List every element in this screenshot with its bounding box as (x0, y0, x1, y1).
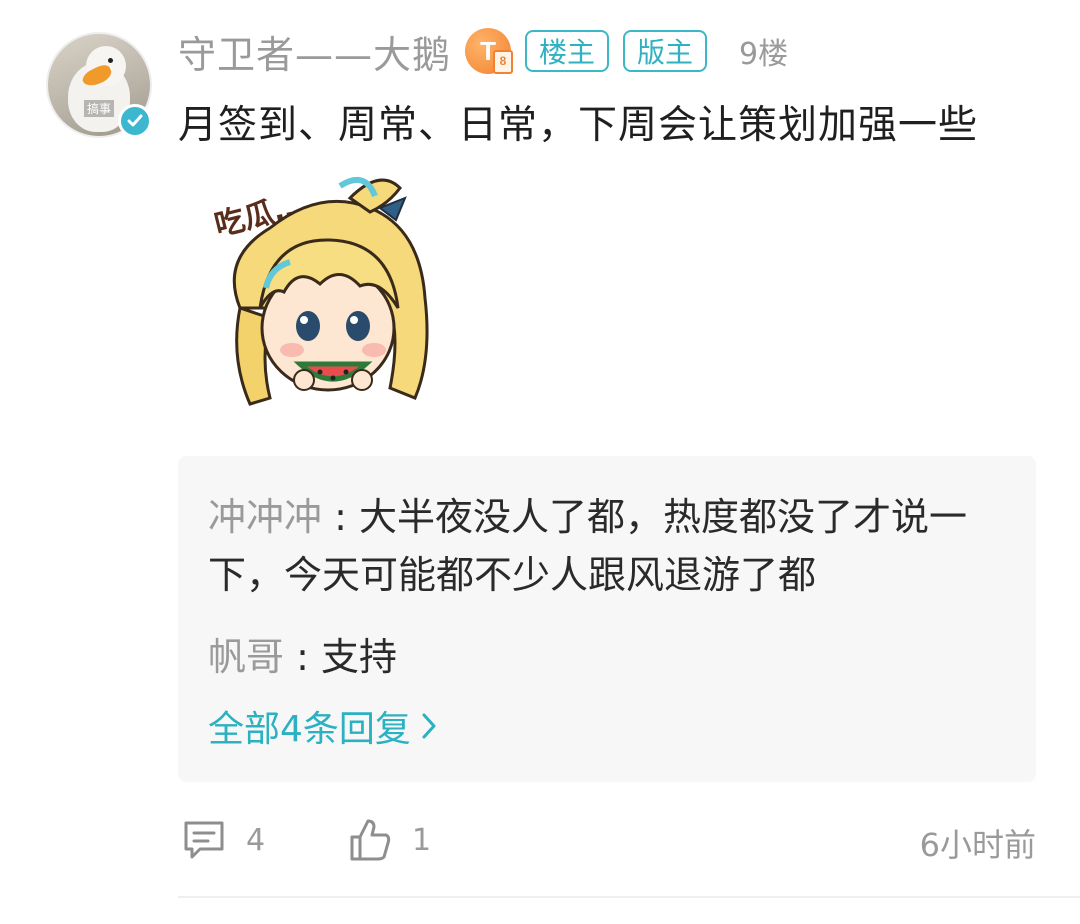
reply-item[interactable]: 帆哥 : 支持 (208, 628, 1008, 686)
level-badge-icon[interactable]: T 8 (465, 28, 514, 74)
reply-author[interactable]: 冲冲冲 (208, 495, 322, 539)
like-count: 1 (412, 822, 432, 858)
comment-icon (184, 821, 224, 859)
avatar-tag: 搞事 (84, 100, 115, 117)
reply-text: 支持 (320, 635, 397, 679)
tag-thread-owner: 楼主 (525, 30, 610, 72)
sticker-image[interactable]: 吃瓜… (200, 168, 450, 424)
post-content: 月签到、周常、日常，下周会让策划加强一些 (178, 103, 979, 148)
comment-count: 4 (246, 822, 266, 858)
reply-separator: : (322, 495, 359, 539)
like-icon (350, 819, 391, 861)
chevron-right-icon (422, 713, 436, 739)
post-footer: 4 1 6小时前 (178, 812, 1036, 868)
floor-number: 9楼 (739, 37, 789, 72)
level-number: 8 (493, 50, 514, 74)
post-time: 6小时前 (919, 826, 1036, 864)
username[interactable]: 守卫者——大鹅 (178, 24, 451, 79)
reply-preview-box[interactable]: 冲冲冲 : 大半夜没人了都，热度都没了才说一下，今天可能都不少人跟风退游了都 帆… (178, 456, 1036, 782)
tag-moderator: 版主 (623, 30, 708, 72)
comment-button[interactable]: 4 (182, 812, 265, 868)
view-all-replies-link[interactable]: 全部4条回复 (208, 700, 437, 752)
view-all-replies-label: 全部4条回复 (208, 709, 411, 750)
divider (178, 896, 1080, 898)
reply-item[interactable]: 冲冲冲 : 大半夜没人了都，热度都没了才说一下，今天可能都不少人跟风退游了都 (208, 488, 1008, 604)
verified-icon (118, 104, 152, 138)
like-button[interactable]: 1 (348, 812, 431, 868)
post-header: 守卫者——大鹅 T 8 楼主 版主 9楼 (178, 24, 789, 79)
reply-author[interactable]: 帆哥 (208, 635, 284, 679)
reply-separator: : (284, 635, 321, 679)
